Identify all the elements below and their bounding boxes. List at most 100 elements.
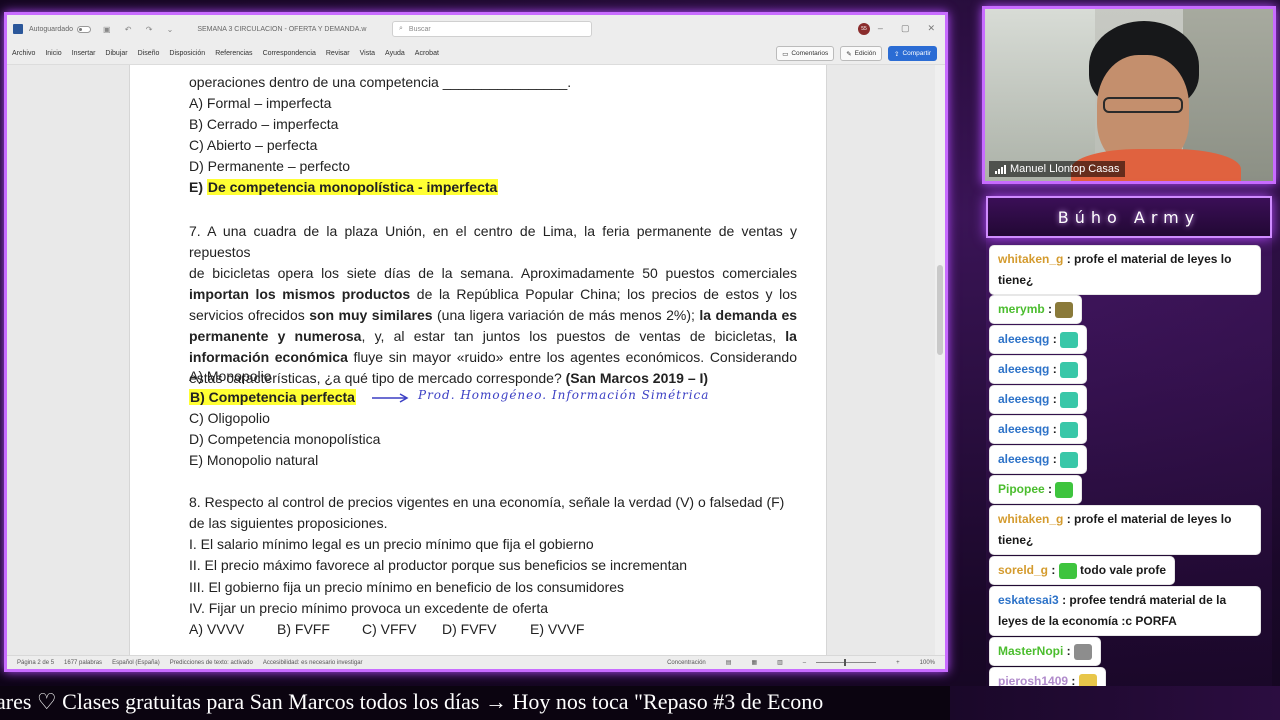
status-accessibility[interactable]: Accesibilidad: es necesario investigar [263, 660, 363, 666]
tab-vista[interactable]: Vista [355, 50, 380, 57]
status-words[interactable]: 1677 palabras [64, 660, 102, 666]
emote-icon [1055, 301, 1074, 318]
chat-message: aleeesqg : [990, 326, 1087, 353]
chat-username[interactable]: MasterNopi [998, 644, 1063, 658]
tab-archivo[interactable]: Archivo [7, 50, 40, 57]
q7-line: estas características, ¿a qué tipo de me… [189, 368, 797, 389]
q7-text-run: información económica [189, 349, 348, 365]
chat-username[interactable]: whitaken_g [998, 252, 1063, 266]
close-icon[interactable]: ✕ [927, 23, 935, 34]
zoom-out-icon[interactable]: – [803, 660, 806, 666]
q8-line-1: 8. Respecto al control de precios vigent… [189, 494, 785, 510]
search-box[interactable]: ⌕ Buscar [392, 21, 592, 37]
q6-answer: E) De competencia monopolística - imperf… [189, 179, 499, 195]
read-mode-icon[interactable]: ▤ [726, 659, 732, 666]
chat-username[interactable]: soreld_g [998, 563, 1048, 577]
chat-message: soreld_g : todo vale profe [990, 557, 1175, 584]
focus-mode[interactable]: Concentración [667, 660, 706, 666]
status-page[interactable]: Página 2 de 5 [17, 660, 54, 666]
q7-option-d: D) Competencia monopolística [189, 431, 381, 447]
zoom-level[interactable]: 100% [920, 660, 935, 666]
presenter-glasses [1103, 97, 1183, 113]
scrollbar-thumb[interactable] [937, 265, 943, 355]
search-placeholder: Buscar [408, 25, 431, 33]
tab-insertar[interactable]: Insertar [67, 50, 101, 57]
stream-overlay: Autoguardado ▣ ↶ ↷ ⌄ SEMANA 3 CIRCULACIO… [0, 0, 1280, 720]
comment-icon: ▭ [782, 50, 789, 58]
chat-username[interactable]: aleeesqg [998, 392, 1049, 406]
quick-access-icons[interactable]: ▣ ↶ ↷ ⌄ [103, 25, 179, 34]
minimize-icon[interactable]: – [878, 23, 883, 34]
document-page[interactable]: operaciones dentro de una competencia __… [129, 65, 827, 661]
q7-line: información económica fluye sin mayor «r… [189, 347, 797, 368]
emote-icon [1060, 361, 1079, 378]
web-layout-icon[interactable]: ▥ [777, 659, 783, 666]
chat-message: whitaken_g : profe el material de leyes … [990, 246, 1260, 294]
document-canvas[interactable]: operaciones dentro de una competencia __… [7, 65, 945, 661]
chat-username[interactable]: eskatesai3 [998, 593, 1059, 607]
signal-icon [995, 164, 1006, 174]
chat-username[interactable]: whitaken_g [998, 512, 1063, 526]
q8-line-2: de las siguientes proposiciones. [189, 515, 388, 531]
q8-statement-2: II. El precio máximo favorece al product… [189, 557, 688, 573]
chat-username[interactable]: aleeesqg [998, 452, 1049, 466]
maximize-icon[interactable]: ▢ [901, 23, 910, 34]
ticker-text: ares ♡ Clases gratuitas para San Marcos … [0, 689, 824, 714]
tab-ayuda[interactable]: Ayuda [380, 50, 410, 57]
q7-text-run: (San Marcos 2019 – I) [565, 370, 709, 386]
q7-line: permanente y numerosa, y, al estar tan j… [189, 326, 797, 347]
q6-answer-highlight: De competencia monopolística - imperfect… [206, 179, 499, 195]
presenter-name: Manuel Llontop Casas [1010, 163, 1120, 175]
vertical-scrollbar[interactable] [935, 65, 945, 661]
comments-button[interactable]: ▭ Comentarios [776, 46, 835, 61]
autosave-label: Autoguardado [29, 25, 73, 33]
status-language[interactable]: Español (España) [112, 660, 160, 666]
chat-username[interactable]: merymb [998, 302, 1045, 316]
presenter-name-bar: Manuel Llontop Casas [989, 161, 1126, 177]
chat-username[interactable]: aleeesqg [998, 362, 1049, 376]
chat-username[interactable]: aleeesqg [998, 332, 1049, 346]
status-predictions[interactable]: Predicciones de texto: activado [170, 660, 253, 666]
webcam-background [985, 9, 1095, 181]
chat-message: Pipopee : [990, 476, 1082, 503]
tab-correspondencia[interactable]: Correspondencia [258, 50, 321, 57]
q7-text-run: fluye sin mayor «ruido» entre los agente… [347, 349, 797, 365]
handwritten-arrow-icon [372, 393, 409, 403]
search-icon: ⌕ [399, 25, 403, 32]
title-bar: Autoguardado ▣ ↶ ↷ ⌄ SEMANA 3 CIRCULACIO… [7, 15, 945, 43]
tab-referencias[interactable]: Referencias [210, 50, 257, 57]
q7-text-run: permanente y numerosa [189, 328, 362, 344]
zoom-slider[interactable] [816, 659, 877, 666]
autosave-toggle[interactable] [76, 25, 91, 33]
tab-disposicion[interactable]: Disposición [164, 50, 210, 57]
print-layout-icon[interactable]: ▦ [751, 659, 757, 666]
q6-tail: operaciones dentro de una competencia __… [189, 74, 572, 90]
tab-dibujar[interactable]: Dibujar [100, 50, 132, 57]
chat-message: aleeesqg : [990, 446, 1087, 473]
tab-diseno[interactable]: Diseño [133, 50, 165, 57]
q6-option-a: A) Formal – imperfecta [189, 95, 332, 111]
share-button[interactable]: ⇪ Compartir [888, 46, 937, 61]
q8-statement-4: IV. Fijar un precio mínimo provoca un ex… [189, 600, 549, 616]
q7-text-run: son muy similares [309, 307, 433, 323]
status-bar: Página 2 de 5 1677 palabras Español (Esp… [7, 655, 945, 669]
chat-text: todo vale profe [1080, 563, 1167, 577]
chat-message: aleeesqg : [990, 356, 1087, 383]
q6-option-c: C) Abierto – perfecta [189, 137, 318, 153]
q8-option-e: E) VVVF [530, 621, 585, 637]
tab-acrobat[interactable]: Acrobat [410, 50, 444, 57]
zoom-in-icon[interactable]: + [896, 660, 900, 666]
q7-text-run: (una ligera variación de más menos 2%); [432, 307, 700, 323]
chat-username[interactable]: aleeesqg [998, 422, 1049, 436]
user-avatar[interactable]: 55 [858, 23, 870, 35]
chat-message: merymb : [990, 296, 1082, 323]
q7-answer: B) Competencia perfecta [189, 389, 356, 405]
webcam-feed: Manuel Llontop Casas [982, 6, 1276, 184]
tab-inicio[interactable]: Inicio [40, 50, 66, 57]
tab-revisar[interactable]: Revisar [321, 50, 355, 57]
handwritten-note: Prod. Homogéneo. Información Simétrica [418, 388, 710, 402]
chat-username[interactable]: Pipopee [998, 482, 1045, 496]
document-title: SEMANA 3 CIRCULACION - OFERTA Y DEMANDA.… [197, 25, 367, 33]
editing-button[interactable]: ✎ Edición [840, 46, 882, 61]
q8-option-b: B) FVFF [277, 621, 330, 637]
